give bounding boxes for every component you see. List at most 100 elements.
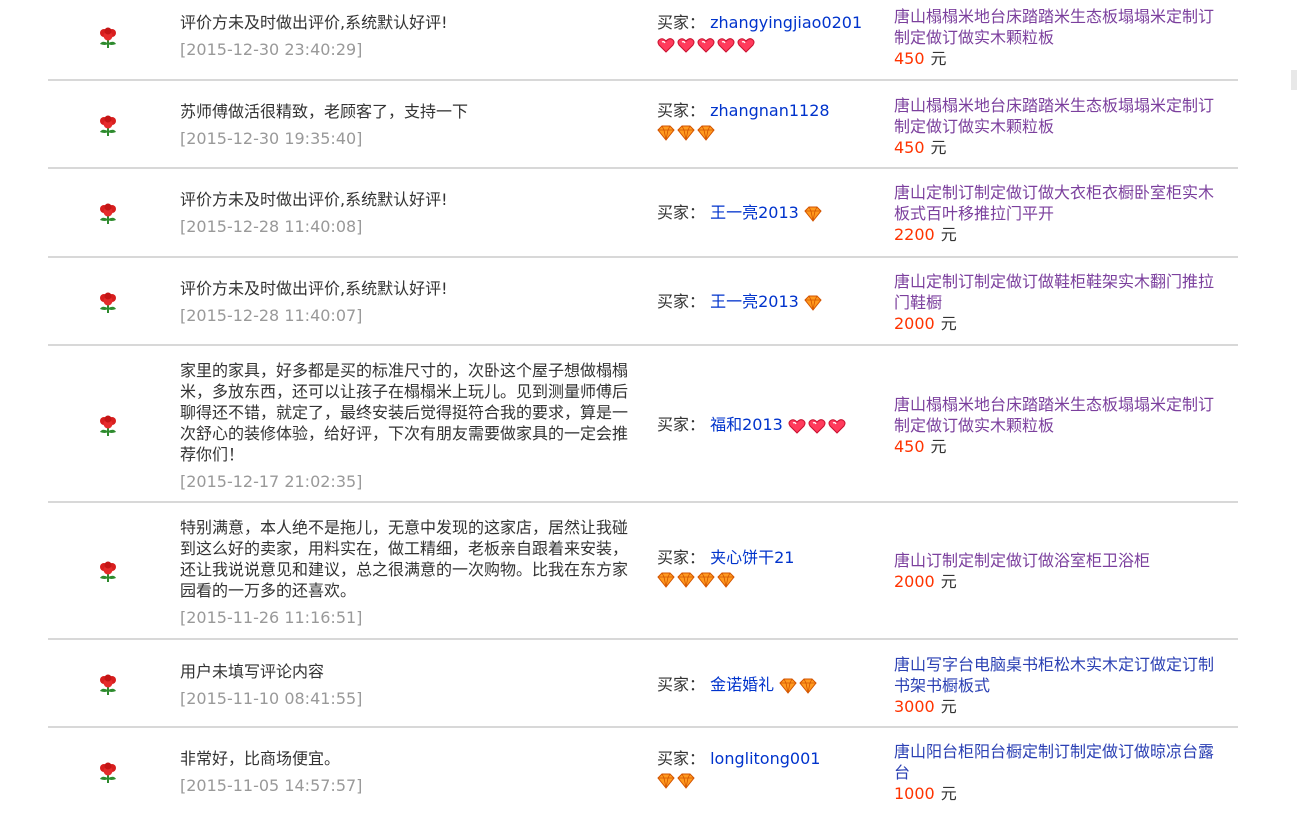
product-info: 唐山榻榻米地台床踏踏米生态板塌塌米定制订制定做订做实木颗粒板 450 元 <box>894 6 1224 69</box>
heart-credit-icon <box>788 418 806 434</box>
review-comment: 评价方未及时做出评价,系统默认好评! [2015-12-28 11:40:07] <box>180 278 640 326</box>
rose-icon <box>100 415 116 436</box>
vertical-scrollbar[interactable] <box>1289 0 1299 813</box>
review-row: 苏师傅做活很精致，老顾客了，支持一下 [2015-12-30 19:35:40]… <box>48 81 1238 169</box>
diamond-credit-icon <box>657 125 675 141</box>
comment-text: 家里的家具，好多都是买的标准尺寸的，次卧这个屋子想做榻榻米，多放东西，还可以让孩… <box>180 361 629 464</box>
rose-icon <box>100 292 116 313</box>
diamond-credit-icon <box>677 773 695 789</box>
buyer-label: 买家： <box>657 548 706 567</box>
scrollbar-thumb[interactable] <box>1291 70 1297 90</box>
product-link[interactable]: 唐山定制订制定做订做大衣柜衣橱卧室柜实木板式百叶移推拉门平开 <box>894 182 1224 224</box>
buyer-info: 买家： longlitong001 <box>657 748 887 789</box>
comment-date: [2015-12-28 11:40:07] <box>180 306 363 325</box>
diamond-credit-icon <box>799 678 817 694</box>
diamond-credit-icon <box>677 125 695 141</box>
buyer-name[interactable]: 夹心饼干21 <box>710 548 794 567</box>
rose-icon <box>100 762 116 783</box>
review-comment: 非常好，比商场便宜。 [2015-11-05 14:57:57] <box>180 748 640 796</box>
currency-unit: 元 <box>930 138 947 157</box>
buyer-credit-badges <box>657 37 887 53</box>
rose-icon <box>100 27 116 48</box>
heart-credit-icon <box>737 38 755 53</box>
product-link[interactable]: 唐山写字台电脑桌书柜松木实木定订做定订制书架书橱板式 <box>894 654 1224 696</box>
review-comment: 用户未填写评论内容 [2015-11-10 08:41:55] <box>180 661 640 709</box>
review-row: 特别满意，本人绝不是拖儿，无意中发现的这家店，居然让我碰到这么好的卖家，用料实在… <box>48 503 1238 640</box>
diamond-credit-icon <box>717 572 735 588</box>
product-info: 唐山榻榻米地台床踏踏米生态板塌塌米定制订制定做订做实木颗粒板 450 元 <box>894 95 1224 158</box>
comment-date: [2015-11-26 11:16:51] <box>180 608 363 627</box>
product-link[interactable]: 唐山阳台柜阳台橱定制订制定做订做晾凉台露台 <box>894 741 1224 783</box>
heart-credit-icon <box>828 418 846 434</box>
buyer-info: 买家： 福和2013 <box>657 414 887 436</box>
product-link[interactable]: 唐山定制订制定做订做鞋柜鞋架实木翻门推拉门鞋橱 <box>894 271 1224 313</box>
buyer-credit-badges <box>657 572 887 588</box>
heart-credit-icon <box>697 38 715 53</box>
comment-text: 评价方未及时做出评价,系统默认好评! <box>180 13 448 32</box>
buyer-credit-badges <box>804 206 822 222</box>
heart-credit-icon <box>717 38 735 53</box>
buyer-info: 买家： 王一亮2013 <box>657 291 887 313</box>
diamond-credit-icon <box>697 125 715 141</box>
product-price: 450 <box>894 49 925 68</box>
rose-icon <box>100 203 116 224</box>
comment-date: [2015-12-28 11:40:08] <box>180 217 363 236</box>
comment-date: [2015-12-17 21:02:35] <box>180 472 363 491</box>
review-list: 评价方未及时做出评价,系统默认好评! [2015-12-30 23:40:29]… <box>48 0 1238 813</box>
review-row: 家里的家具，好多都是买的标准尺寸的，次卧这个屋子想做榻榻米，多放东西，还可以让孩… <box>48 346 1238 503</box>
comment-text: 苏师傅做活很精致，老顾客了，支持一下 <box>180 102 469 121</box>
product-link[interactable]: 唐山订制定制定做订做浴室柜卫浴柜 <box>894 550 1224 571</box>
comment-text: 评价方未及时做出评价,系统默认好评! <box>180 279 448 298</box>
buyer-credit-badges <box>657 125 887 141</box>
diamond-credit-icon <box>804 295 822 311</box>
product-info: 唐山订制定制定做订做浴室柜卫浴柜 2000 元 <box>894 550 1224 592</box>
diamond-credit-icon <box>804 206 822 222</box>
diamond-credit-icon <box>657 773 675 789</box>
product-info: 唐山定制订制定做订做鞋柜鞋架实木翻门推拉门鞋橱 2000 元 <box>894 271 1224 334</box>
currency-unit: 元 <box>930 437 947 456</box>
product-link[interactable]: 唐山榻榻米地台床踏踏米生态板塌塌米定制订制定做订做实木颗粒板 <box>894 394 1224 436</box>
review-row: 评价方未及时做出评价,系统默认好评! [2015-12-28 11:40:08]… <box>48 169 1238 258</box>
comment-text: 用户未填写评论内容 <box>180 662 325 681</box>
review-comment: 苏师傅做活很精致，老顾客了，支持一下 [2015-12-30 19:35:40] <box>180 101 640 149</box>
comment-date: [2015-11-10 08:41:55] <box>180 689 363 708</box>
buyer-label: 买家： <box>657 749 706 768</box>
product-link[interactable]: 唐山榻榻米地台床踏踏米生态板塌塌米定制订制定做订做实木颗粒板 <box>894 6 1224 48</box>
buyer-label: 买家： <box>657 101 706 120</box>
heart-credit-icon <box>657 38 675 53</box>
rose-icon <box>100 115 116 136</box>
diamond-credit-icon <box>697 572 715 588</box>
review-comment: 评价方未及时做出评价,系统默认好评! [2015-12-28 11:40:08] <box>180 189 640 237</box>
diamond-credit-icon <box>779 678 797 694</box>
buyer-name[interactable]: zhangyingjiao0201 <box>710 13 862 32</box>
product-price: 450 <box>894 437 925 456</box>
diamond-credit-icon <box>657 572 675 588</box>
currency-unit: 元 <box>940 314 957 333</box>
buyer-name[interactable]: 王一亮2013 <box>710 292 799 311</box>
buyer-name[interactable]: zhangnan1128 <box>710 101 829 120</box>
buyer-info: 买家： 金诺婚礼 <box>657 674 887 696</box>
buyer-credit-badges <box>779 678 817 694</box>
currency-unit: 元 <box>940 225 957 244</box>
comment-date: [2015-11-05 14:57:57] <box>180 776 363 795</box>
buyer-label: 买家： <box>657 203 706 222</box>
comment-text: 特别满意，本人绝不是拖儿，无意中发现的这家店，居然让我碰到这么好的卖家，用料实在… <box>180 518 629 600</box>
heart-credit-icon <box>677 38 695 53</box>
buyer-name[interactable]: 王一亮2013 <box>710 203 799 222</box>
buyer-name[interactable]: longlitong001 <box>710 749 820 768</box>
product-price: 2200 <box>894 225 935 244</box>
buyer-info: 买家： 王一亮2013 <box>657 202 887 224</box>
review-row: 非常好，比商场便宜。 [2015-11-05 14:57:57] 买家： lon… <box>48 728 1238 813</box>
product-price: 2000 <box>894 572 935 591</box>
buyer-label: 买家： <box>657 13 706 32</box>
buyer-name[interactable]: 福和2013 <box>710 415 783 434</box>
buyer-credit-badges <box>804 295 822 311</box>
product-price: 2000 <box>894 314 935 333</box>
currency-unit: 元 <box>940 784 957 803</box>
buyer-name[interactable]: 金诺婚礼 <box>710 675 774 694</box>
product-price: 3000 <box>894 697 935 716</box>
product-link[interactable]: 唐山榻榻米地台床踏踏米生态板塌塌米定制订制定做订做实木颗粒板 <box>894 95 1224 137</box>
product-info: 唐山写字台电脑桌书柜松木实木定订做定订制书架书橱板式 3000 元 <box>894 654 1224 717</box>
comment-text: 非常好，比商场便宜。 <box>180 749 341 768</box>
product-price: 450 <box>894 138 925 157</box>
